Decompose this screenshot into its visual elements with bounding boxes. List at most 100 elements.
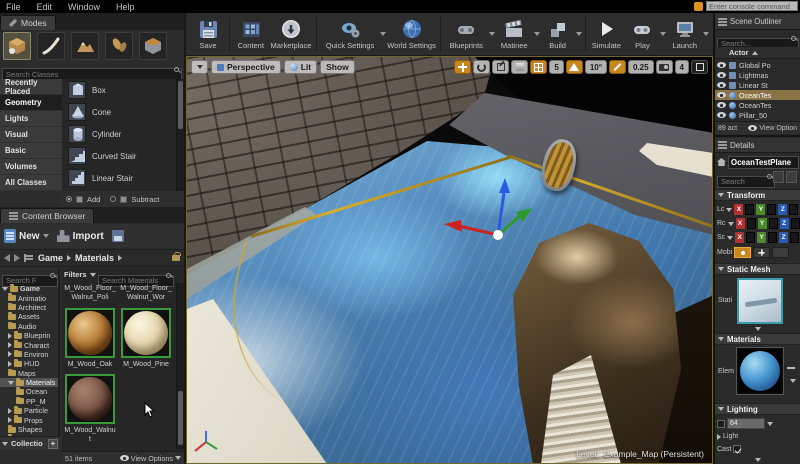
simulate-button[interactable]: Simulate — [588, 17, 624, 51]
camera-speed-value[interactable]: 4 — [674, 60, 689, 74]
forward-icon[interactable] — [14, 254, 20, 262]
tree-item[interactable]: Shapes — [0, 424, 58, 434]
marketplace-button[interactable]: Marketplace — [269, 17, 313, 51]
expand-section-icon[interactable] — [754, 458, 761, 462]
modes-tab[interactable]: Modes — [0, 15, 56, 30]
scale-y-field[interactable] — [768, 232, 778, 243]
add-radio[interactable] — [66, 196, 72, 202]
materials-section-header[interactable]: Materials — [715, 333, 800, 345]
tree-item[interactable]: HUD — [0, 359, 58, 368]
geometry-item-curved-stair[interactable]: Curved Stair — [62, 145, 176, 167]
breadcrumb-game[interactable]: Game — [38, 253, 63, 263]
viewport-scene[interactable]: Level: Example_Map (Persistent) — [187, 57, 712, 463]
tree-item[interactable]: Animatio — [0, 293, 58, 303]
blueprints-button[interactable]: Blueprints — [444, 17, 489, 51]
grid-snap-button[interactable] — [530, 60, 548, 74]
category-visual[interactable]: Visual — [0, 127, 62, 143]
asset-grid-scrollbar[interactable] — [176, 283, 184, 449]
asset-name[interactable]: M_Wood_Pine — [120, 361, 172, 370]
lightmap-resolution-field[interactable]: 64 — [727, 418, 765, 429]
scale-tool-button[interactable] — [492, 60, 510, 74]
outliner-row[interactable]: OceanTes — [715, 100, 800, 110]
actor-column-header[interactable]: Actor — [715, 47, 800, 59]
rotation-y-field[interactable] — [768, 218, 778, 229]
content-browser-tab[interactable]: Content Browser — [0, 208, 95, 223]
add-collection-button[interactable]: + — [48, 438, 58, 449]
tree-item[interactable]: Architect — [0, 302, 58, 312]
viewport-options-button[interactable] — [191, 60, 208, 74]
material-dropdown-icon[interactable] — [790, 379, 796, 383]
geometry-item-linear-stair[interactable]: Linear Stair — [62, 167, 176, 189]
tree-item[interactable]: Audio — [0, 321, 58, 331]
asset-name-overflow[interactable]: M_Wood_Floor_Walnut_Poli — [64, 285, 116, 303]
visibility-eye-icon[interactable] — [717, 102, 726, 108]
view-options-button[interactable]: View Options — [131, 454, 173, 463]
grid-snap-value[interactable]: 5 — [549, 60, 564, 74]
scale-z-field[interactable] — [790, 232, 800, 243]
location-y-field[interactable] — [767, 204, 777, 215]
lighting-section-header[interactable]: Lighting — [715, 403, 800, 415]
scale-snap-value[interactable]: 0.25 — [627, 60, 654, 74]
rotation-x-field[interactable] — [746, 218, 756, 229]
build-caret-icon[interactable] — [575, 32, 582, 36]
tree-item-game[interactable]: Game — [0, 284, 58, 293]
save-all-icon[interactable] — [111, 230, 124, 242]
visibility-eye-icon[interactable] — [717, 92, 726, 98]
material-browse-icon[interactable] — [787, 367, 795, 369]
tree-item[interactable]: Particle — [0, 406, 58, 415]
path-tree-icon[interactable] — [24, 254, 34, 262]
tree-item[interactable]: Ocean — [0, 387, 58, 396]
cast-shadow-checkbox[interactable] — [733, 445, 742, 453]
build-button[interactable]: Build — [540, 17, 576, 51]
matinee-button[interactable]: Matinee — [495, 17, 534, 51]
quick-settings-button[interactable]: Quick Settings — [320, 17, 380, 51]
expand-section-icon[interactable] — [754, 327, 761, 331]
camera-speed-button[interactable] — [655, 60, 673, 74]
geometry-list-scrollbar[interactable] — [176, 79, 184, 191]
mode-geometry-button[interactable] — [139, 32, 167, 60]
import-button[interactable]: Import — [56, 230, 104, 242]
console-command-input[interactable] — [706, 1, 798, 11]
subtract-radio[interactable] — [110, 196, 117, 202]
maximize-viewport-button[interactable] — [691, 60, 708, 74]
tree-item[interactable]: Charact — [0, 340, 58, 350]
asset-thumbnail-walnut[interactable] — [65, 374, 115, 424]
menu-help[interactable]: Help — [116, 2, 135, 12]
category-volumes[interactable]: Volumes — [0, 159, 62, 175]
show-button[interactable]: Show — [320, 60, 355, 74]
mode-paint-button[interactable] — [37, 32, 65, 60]
visibility-eye-icon[interactable] — [717, 62, 726, 68]
level-viewport[interactable]: Level: Example_Map (Persistent) Perspect… — [186, 56, 713, 464]
collections-bar[interactable]: Collectio + — [0, 436, 60, 450]
location-x-field[interactable] — [745, 204, 755, 215]
scale-x-field[interactable] — [746, 232, 756, 243]
asset-name[interactable]: M_Wood_Oak — [64, 361, 116, 370]
geometry-item-cylinder[interactable]: Cylinder — [62, 123, 176, 145]
tree-item[interactable]: PP_M — [0, 396, 58, 406]
visibility-eye-icon[interactable] — [717, 82, 726, 88]
static-mesh-thumbnail[interactable] — [737, 278, 783, 324]
outliner-row[interactable]: Lightmas — [715, 70, 800, 80]
outliner-view-options-button[interactable]: View Option — [759, 125, 797, 132]
mode-place-button[interactable] — [3, 32, 31, 60]
menu-edit[interactable]: Edit — [37, 2, 53, 12]
mode-landscape-button[interactable] — [71, 32, 99, 60]
lit-mode-button[interactable]: Lit — [283, 60, 318, 74]
outliner-row[interactable]: Pillar_50 — [715, 110, 800, 120]
asset-thumbnail-oak[interactable] — [65, 308, 115, 358]
visibility-eye-icon[interactable] — [717, 112, 726, 118]
asset-thumbnail-pine[interactable] — [121, 308, 171, 358]
mobility-stationary-button[interactable] — [753, 247, 771, 258]
launch-caret-icon[interactable] — [703, 32, 710, 36]
transform-section-header[interactable]: Transform — [715, 189, 800, 201]
rotation-snap-button[interactable] — [565, 60, 583, 74]
category-lights[interactable]: Lights — [0, 111, 62, 127]
rotation-z-field[interactable] — [790, 218, 800, 229]
breadcrumb-materials[interactable]: Materials — [75, 253, 114, 263]
transform-gizmo[interactable] — [415, 163, 565, 253]
outliner-row[interactable]: Linear St — [715, 80, 800, 90]
lock-icon[interactable] — [172, 252, 181, 261]
location-z-field[interactable] — [789, 204, 799, 215]
asset-name-overflow[interactable]: M_Wood_Floor_Walnut_Wor — [120, 285, 172, 303]
outliner-row-selected[interactable]: OceanTes — [715, 90, 800, 100]
